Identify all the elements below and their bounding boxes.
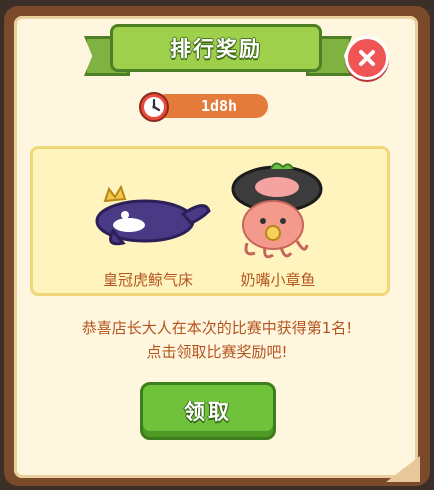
message-line-1: 恭喜店长大人在本次的比赛中获得第1名! — [81, 319, 353, 337]
dialog-title: 排行奖励 — [170, 37, 262, 61]
title-ribbon: 排行奖励 — [110, 24, 322, 72]
message-line-2: 点击领取比赛奖励吧! — [146, 343, 288, 361]
crown-orca-float-icon — [95, 184, 211, 246]
reward-name: 奶嘴小章鱼 — [240, 271, 316, 289]
reward-item-orca[interactable]: 皇冠虎鲸气床 — [83, 159, 213, 289]
claim-button[interactable]: 领取 — [140, 382, 276, 440]
close-icon — [359, 50, 375, 66]
clock-icon — [139, 92, 169, 122]
reward-name: 皇冠虎鲸气床 — [102, 271, 193, 289]
congrats-message: 恭喜店长大人在本次的比赛中获得第1名! 点击领取比赛奖励吧! — [24, 316, 410, 364]
timer-bar: 1d8h — [154, 94, 268, 118]
reward-box: 皇冠虎鲸气床 奶嘴小章鱼 — [30, 146, 390, 296]
pacifier-octopus-icon — [231, 162, 323, 259]
claim-button-label: 领取 — [184, 400, 232, 424]
timer-value: 1d8h — [200, 97, 238, 115]
close-button[interactable] — [345, 36, 389, 80]
countdown-timer: 1d8h — [138, 90, 268, 122]
reward-item-octopus[interactable]: 奶嘴小章鱼 — [213, 159, 343, 289]
